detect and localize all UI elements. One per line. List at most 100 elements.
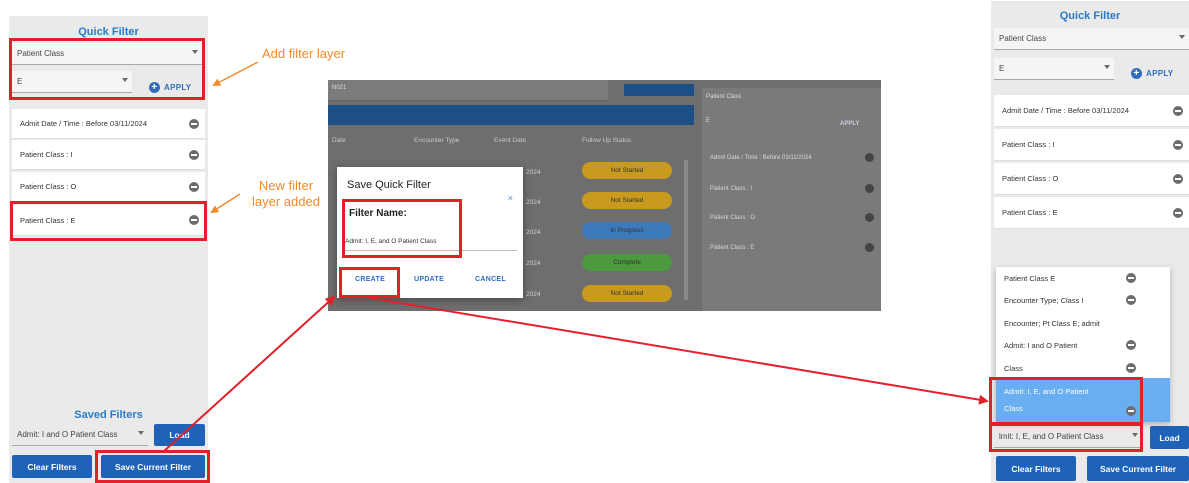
saved-filter-select-value: Admit: I and O Patient Class [17,430,118,439]
filter-layer-label: Patient Class : I [20,150,73,159]
center-layer-label: Patient Class : E [710,245,755,251]
remove-circle-icon[interactable] [1173,139,1183,150]
callout-new-layer: New filter layer added [242,178,330,210]
close-icon[interactable]: × [508,193,513,203]
filter-layer-item: Patient Class : O [994,163,1189,195]
quick-filter-title: Quick Filter [78,26,139,38]
create-button[interactable]: CREATE [355,276,385,283]
center-header-bar [328,105,694,125]
row-date: 2024 [526,291,541,298]
remove-circle-icon[interactable] [1126,406,1136,416]
row-date: 2024 [526,260,541,267]
remove-circle-icon[interactable] [189,118,199,129]
arrow-to-saved-list [369,297,989,405]
chevron-down-icon [1104,65,1110,69]
save-current-filter-button[interactable]: Save Current Filter [101,455,205,478]
remove-circle-icon [865,243,874,252]
filter-name-input[interactable]: Admit: I, E, and O Patient Class [345,238,517,251]
filter-layer-item: Patient Class : E [12,205,205,236]
update-button[interactable]: UPDATE [414,276,444,283]
status-pill: In Progress [582,222,672,239]
left-filter-panel: Quick Filter Patient Class E + APPLY Adm… [9,16,208,483]
center-value-select: E [706,118,711,124]
remove-circle-icon[interactable] [189,149,199,160]
arrow-new-layer [210,193,241,214]
saved-filter-option[interactable]: Admit: I and O Patient [996,334,1170,356]
filter-layer-item: Admit Date / Time : Before 03/11/2024 [12,109,205,139]
quick-filter-title: Quick Filter [1059,10,1121,22]
arrow-add-layer [212,61,259,86]
filter-layer-label: Admit Date / Time : Before 03/11/2024 [20,119,148,128]
apply-button[interactable]: + APPLY [1131,68,1173,79]
load-button[interactable]: Load [154,424,205,446]
saved-filter-select[interactable]: Admit: I and O Patient Class [12,424,148,446]
saved-filter-select[interactable]: lmit: I, E, and O Patient Class [994,426,1142,448]
row-date: 2024 [526,169,541,176]
save-current-filter-button[interactable]: Save Current Filter [1087,456,1189,481]
remove-circle-icon[interactable] [1126,273,1136,283]
remove-circle-icon[interactable] [1173,173,1183,184]
center-field-select: Patient Class [706,94,742,100]
apply-button[interactable]: + APPLY [149,82,191,93]
filter-layer-item: Patient Class : I [994,129,1189,161]
filter-layer-label: Admit Date / Time : Before 03/11/2024 [1002,106,1130,115]
filter-layer-item: Patient Class : O [12,172,205,202]
center-layer-item: Patient Class : O [706,207,876,229]
saved-filter-select-value: lmit: I, E, and O Patient Class [999,432,1104,441]
remove-circle-icon[interactable] [189,181,199,192]
filter-layer-label: Patient Class : O [1002,174,1059,183]
remove-circle-icon [865,213,874,222]
filter-layer-label: Patient Class : O [20,182,77,191]
saved-filters-dropdown: Patient Class E Encounter Type; Class I … [996,267,1170,422]
clear-filters-button[interactable]: Clear Filters [996,456,1076,481]
scrollbar [684,160,688,300]
field-select[interactable]: Patient Class [994,28,1189,50]
remove-circle-icon[interactable] [1173,207,1183,218]
chevron-down-icon [138,431,144,435]
center-filter-panel: Patient Class E APPLY Admit Date / Time … [702,88,881,311]
load-button[interactable]: Load [1150,426,1189,449]
dialog-title: Save Quick Filter [347,179,431,191]
option-label: Class [1004,404,1023,413]
status-pill: Complete [582,254,672,271]
option-label: Encounter Type; Class I [1004,295,1084,305]
status-pill: Not Started [582,162,672,179]
center-apply: APPLY [840,121,860,127]
value-select-value: E [999,64,1005,73]
chevron-down-icon [192,50,198,54]
remove-circle-icon[interactable] [1173,105,1183,116]
add-circle-icon: + [149,82,160,93]
chevron-down-icon [1132,433,1138,437]
save-quick-filter-dialog: Save Quick Filter × Filter Name: Admit: … [337,167,523,298]
option-label: Class [1004,363,1023,373]
clear-filters-button[interactable]: Clear Filters [12,455,92,478]
remove-circle-icon[interactable] [1126,363,1136,373]
callout-add-layer: Add filter layer [262,46,346,61]
column-header: Date [332,137,346,144]
tutorial-stage: Quick Filter Patient Class E + APPLY Adm… [0,0,1189,483]
center-top-button [624,84,694,96]
center-select-value: N021 [332,85,347,91]
remove-circle-icon[interactable] [1126,295,1136,305]
saved-filter-option-selected[interactable]: Admit: I, E, and O Patient Class [996,378,1170,422]
remove-circle-icon[interactable] [189,215,199,225]
chevron-down-icon [1179,35,1185,39]
remove-circle-icon[interactable] [1126,340,1136,350]
value-select[interactable]: E [994,58,1114,80]
filter-layer-label: Patient Class : I [1002,140,1055,149]
field-select[interactable]: Patient Class [12,43,202,65]
saved-filter-option[interactable]: Encounter Type; Class I [996,289,1170,311]
center-layer-label: Patient Class : O [710,215,756,221]
saved-filters-title: Saved Filters [74,409,143,421]
option-label: Admit: I, E, and O Patient [1004,387,1089,396]
saved-filter-option[interactable]: Patient Class E [996,267,1170,289]
saved-filter-option[interactable]: Class [996,357,1170,379]
apply-label: APPLY [164,83,192,92]
remove-circle-icon [865,153,874,162]
value-select[interactable]: E [12,71,132,93]
field-select-value: Patient Class [999,34,1047,43]
apply-label: APPLY [1146,69,1174,78]
cancel-button[interactable]: CANCEL [475,276,506,283]
center-layer-item: Admit Date / Time : Before 03/11/2024 [706,147,876,169]
saved-filter-option[interactable]: Encounter; Pt Class E; admit [996,312,1170,334]
